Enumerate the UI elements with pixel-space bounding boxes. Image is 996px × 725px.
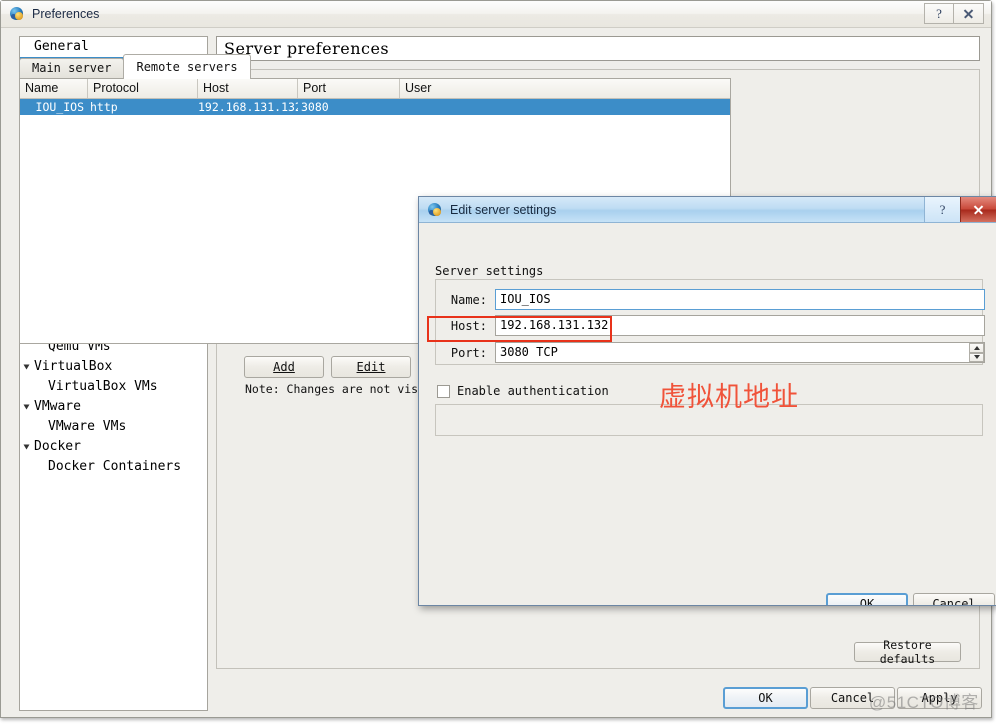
host-label: Host: xyxy=(450,318,487,333)
sidebar-item-docker[interactable]: Docker xyxy=(20,437,207,457)
tab-remote-servers[interactable]: Remote servers xyxy=(123,54,251,79)
sidebar-item-docker-containers[interactable]: Docker Containers xyxy=(20,457,207,477)
server-settings-label: Server settings xyxy=(435,264,544,278)
host-input[interactable]: 192.168.131.132 xyxy=(495,315,985,336)
host-field-row: Host: 192.168.131.132 xyxy=(445,315,985,336)
dialog-close-button[interactable] xyxy=(960,197,996,222)
cell-user xyxy=(400,99,730,115)
table-header-row: Name Protocol Host Port User xyxy=(20,79,730,99)
column-header-host[interactable]: Host xyxy=(198,79,298,98)
window-title-bar: Preferences ? xyxy=(1,1,991,28)
port-input[interactable]: 3080 TCP xyxy=(495,342,985,363)
enable-authentication-label: Enable authentication xyxy=(457,384,609,398)
sidebar-item-vmware[interactable]: VMware xyxy=(20,397,207,417)
cancel-button[interactable]: Cancel xyxy=(810,687,895,709)
dialog-help-button[interactable]: ? xyxy=(924,197,960,222)
tab-main-server[interactable]: Main server xyxy=(19,58,125,79)
sidebar-item-label: VMware xyxy=(34,399,81,414)
window-title: Preferences xyxy=(32,7,100,21)
sidebar-item-label: VirtualBox VMs xyxy=(48,379,158,394)
edit-button[interactable]: Edit xyxy=(331,356,411,378)
ok-button[interactable]: OK xyxy=(723,687,808,709)
dialog-window-controls: ? xyxy=(924,197,996,222)
sidebar-item-vmware-vms[interactable]: VMware VMs xyxy=(20,417,207,437)
sidebar-item-label: Docker Containers xyxy=(48,459,182,474)
sidebar-item-label: Docker xyxy=(34,439,81,454)
column-header-name[interactable]: Name xyxy=(20,79,88,98)
dialog-title: Edit server settings xyxy=(450,202,557,217)
add-button-label: Add xyxy=(273,360,295,374)
sidebar-item-virtualbox-vms[interactable]: VirtualBox VMs xyxy=(20,377,207,397)
apply-button[interactable]: Apply xyxy=(897,687,982,709)
edit-server-settings-dialog: Edit server settings ? Server settings N… xyxy=(418,196,996,606)
changes-note: Note: Changes are not visible xyxy=(245,382,422,396)
close-icon xyxy=(963,8,974,19)
dialog-cancel-button[interactable]: Cancel xyxy=(913,593,995,605)
name-input[interactable]: IOU_IOS xyxy=(495,289,985,310)
close-button[interactable] xyxy=(954,3,984,24)
gns3-app-icon xyxy=(427,202,443,218)
chevron-down-icon[interactable] xyxy=(23,364,30,370)
port-label: Port: xyxy=(450,345,487,360)
cell-port: 3080 xyxy=(301,100,329,114)
close-icon xyxy=(973,204,984,215)
chevron-down-icon[interactable] xyxy=(23,444,30,450)
window-controls: ? xyxy=(924,3,984,24)
gns3-app-icon xyxy=(9,6,25,22)
sidebar-item-label: General xyxy=(34,39,89,54)
name-field-row: Name: IOU_IOS xyxy=(445,289,985,310)
column-header-user[interactable]: User xyxy=(400,79,730,98)
enable-authentication-row[interactable]: Enable authentication xyxy=(437,384,609,398)
dialog-body: Server settings Name: IOU_IOS Host: 192.… xyxy=(419,223,996,605)
page-title: Server preferences xyxy=(216,36,980,61)
chinese-annotation: 虚拟机地址 xyxy=(659,382,799,412)
restore-defaults-button[interactable]: Restore defaults xyxy=(854,638,961,666)
server-tabs: Main server Remote servers xyxy=(19,54,251,79)
sidebar-item-virtualbox[interactable]: VirtualBox xyxy=(20,357,207,377)
dialog-title-bar: Edit server settings ? xyxy=(419,197,996,223)
preferences-window: Preferences ? GeneralServerGNS3 VMPacket… xyxy=(0,0,996,718)
dialog-ok-button[interactable]: OK xyxy=(826,593,908,605)
sidebar-item-label: VMware VMs xyxy=(48,419,127,434)
column-header-protocol[interactable]: Protocol xyxy=(88,79,198,98)
help-button[interactable]: ? xyxy=(924,3,954,24)
cell-host: 192.168.131.132 xyxy=(198,100,298,114)
table-row[interactable]: IOU_IOS http 192.168.131.132 3080 xyxy=(20,99,730,115)
add-button[interactable]: Add xyxy=(244,356,324,378)
name-label: Name: xyxy=(450,292,487,307)
port-field-row: Port: 3080 TCP xyxy=(445,342,985,363)
cell-protocol: http xyxy=(90,100,118,114)
chevron-down-icon[interactable] xyxy=(23,404,30,410)
cell-name: IOU_IOS xyxy=(35,100,84,114)
enable-authentication-checkbox[interactable] xyxy=(437,384,450,398)
port-stepper[interactable] xyxy=(969,343,984,362)
edit-button-label: Edit xyxy=(356,360,386,374)
column-header-port[interactable]: Port xyxy=(298,79,400,98)
sidebar-item-label: VirtualBox xyxy=(34,359,113,374)
stepper-down-icon[interactable] xyxy=(969,352,984,362)
stepper-up-icon[interactable] xyxy=(969,343,984,353)
